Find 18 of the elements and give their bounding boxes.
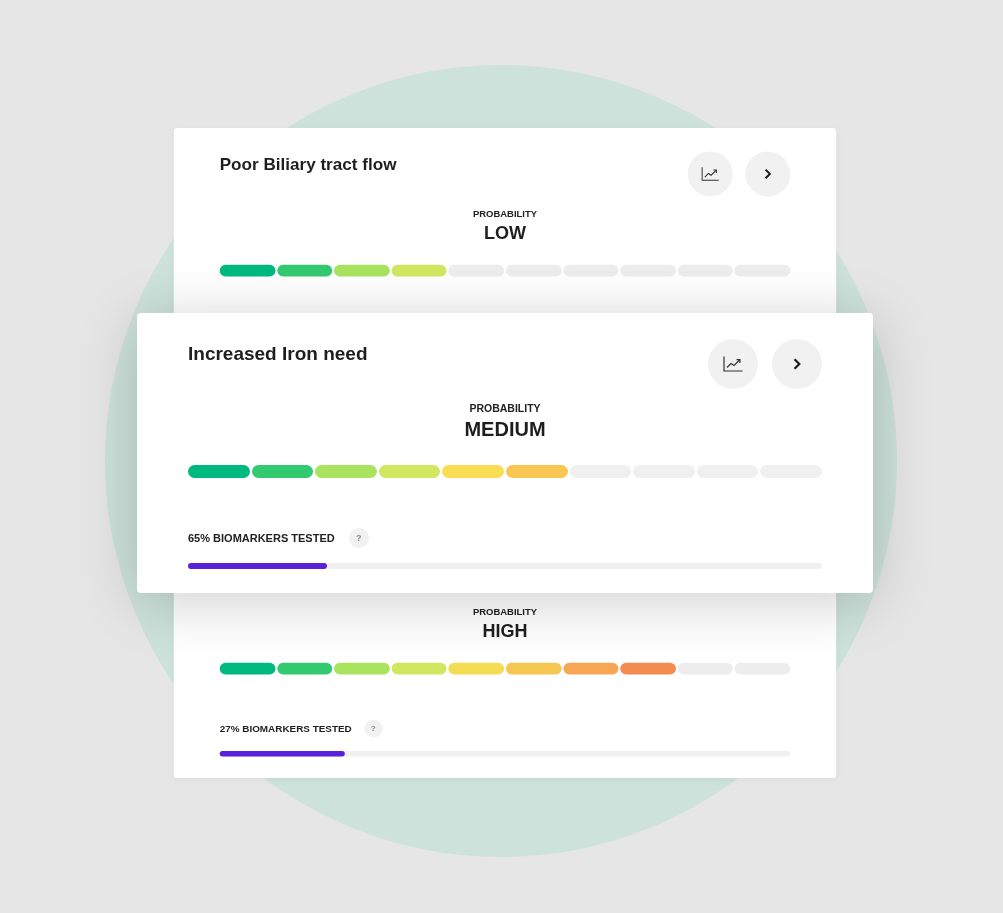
probability-value: MEDIUM <box>464 417 546 441</box>
probability-label: PROBABILITY <box>472 605 537 618</box>
chevron-right-icon <box>764 168 772 180</box>
help-button[interactable]: ? <box>348 528 369 548</box>
card-title: Poor Biliary tract flow <box>219 154 397 176</box>
probability-label: PROBABILITY <box>472 207 537 220</box>
chart-button[interactable] <box>687 151 733 197</box>
help-button[interactable]: ? <box>364 719 383 738</box>
card-title: Increased Iron need <box>188 342 368 366</box>
chevron-right-icon <box>793 358 801 370</box>
chart-button[interactable] <box>708 339 758 389</box>
probability-value: LOW <box>484 221 526 244</box>
line-chart-icon <box>701 166 720 182</box>
probability-label: PROBABILITY <box>469 401 541 415</box>
biomarkers-label: 65% BIOMARKERS TESTED <box>188 532 335 544</box>
probability-value: HIGH <box>482 619 528 642</box>
line-chart-icon <box>723 356 743 372</box>
biomarkers-label: 27% BIOMARKERS TESTED <box>219 723 352 734</box>
